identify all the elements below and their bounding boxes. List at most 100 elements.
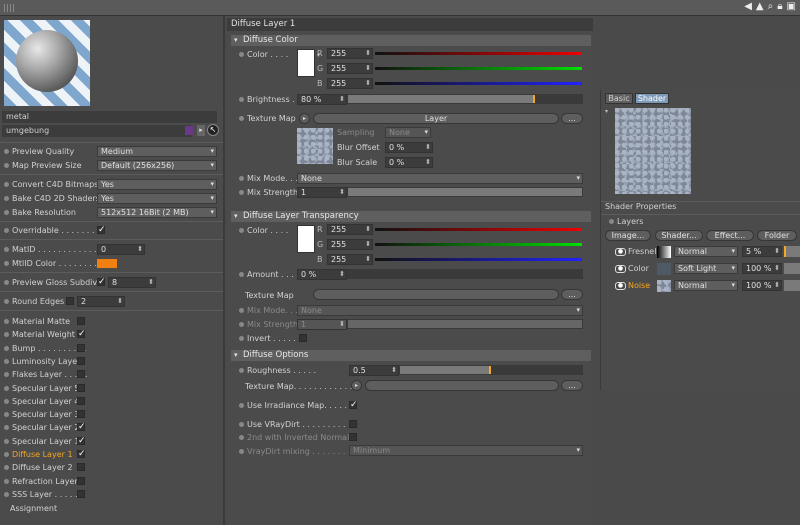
blend-mode-select[interactable]: Normal — [674, 280, 738, 291]
anim-dot-icon[interactable] — [4, 149, 9, 154]
more-button[interactable]: ... — [561, 113, 583, 124]
roughness-input[interactable]: 0.5 — [349, 365, 399, 376]
trans-more-button[interactable]: ... — [561, 289, 583, 300]
layer-checkbox[interactable] — [77, 410, 85, 419]
anim-dot-icon[interactable] — [4, 228, 9, 233]
opacity-input[interactable]: 100 % — [742, 280, 782, 291]
new-window-icon[interactable]: ▣ — [787, 1, 796, 12]
g-slider[interactable] — [375, 67, 582, 70]
grip-icon[interactable] — [4, 4, 16, 12]
mtl-id-color-swatch[interactable] — [97, 259, 117, 268]
up-arrow-icon[interactable]: ▲ — [756, 1, 764, 12]
trans-mix-strength-slider[interactable] — [347, 319, 583, 329]
layer-checkbox[interactable]: ✓ — [77, 450, 86, 459]
layer-checkbox[interactable] — [77, 476, 85, 485]
assignment-tab[interactable]: Assignment — [10, 504, 57, 513]
vraydirt-mixing-select[interactable]: Minimum — [349, 445, 583, 456]
mat-id-input[interactable]: 0 — [97, 244, 145, 255]
blur-offset-input[interactable]: 0 % — [385, 142, 433, 153]
trans-color-swatch[interactable] — [297, 225, 315, 253]
eye-icon[interactable]: ● — [615, 248, 626, 256]
anim-dot-icon[interactable] — [4, 372, 9, 378]
anim-dot-icon[interactable] — [239, 322, 244, 327]
anim-dot-icon[interactable] — [239, 190, 244, 195]
opacity-slider[interactable] — [784, 280, 800, 291]
layer-checkbox[interactable]: ✓ — [77, 423, 86, 432]
anim-dot-icon[interactable] — [239, 176, 244, 181]
anim-dot-icon[interactable] — [239, 116, 244, 121]
anim-dot-icon[interactable] — [4, 345, 9, 351]
anim-dot-icon[interactable] — [609, 219, 614, 224]
opt-texture-arrow-button[interactable]: ▸ — [351, 380, 362, 391]
mix-mode-select[interactable]: None — [297, 173, 583, 184]
eye-icon[interactable]: ● — [615, 282, 626, 290]
anim-dot-icon[interactable] — [4, 398, 9, 404]
shader-add-button[interactable]: Folder — [757, 230, 797, 241]
trans-mix-strength-input[interactable]: 1 — [297, 319, 347, 330]
texture-arrow-button[interactable]: ▸ — [299, 113, 310, 124]
layer-checkbox[interactable] — [77, 343, 85, 352]
anim-dot-icon[interactable] — [4, 247, 9, 252]
tab-shader[interactable]: Shader — [635, 93, 669, 104]
shader-layer-thumb[interactable] — [657, 246, 671, 258]
group-arrow-icon[interactable]: ▸ — [197, 125, 205, 136]
b-slider[interactable] — [375, 82, 582, 85]
trans-b-input[interactable]: 255 — [327, 254, 373, 265]
tab-basic[interactable]: Basic — [605, 93, 633, 104]
blur-scale-input[interactable]: 0 % — [385, 157, 433, 168]
trans-texture-button[interactable] — [313, 289, 559, 300]
search-icon[interactable]: ⌕ — [768, 1, 774, 12]
trans-r-slider[interactable] — [375, 228, 582, 231]
group-color-swatch[interactable] — [185, 126, 193, 135]
anim-dot-icon[interactable] — [4, 210, 9, 215]
anim-dot-icon[interactable] — [4, 491, 9, 497]
anim-dot-icon[interactable] — [239, 403, 244, 408]
transparency-section[interactable]: Diffuse Layer Transparency — [231, 211, 591, 222]
layer-checkbox[interactable] — [77, 396, 85, 405]
trans-g-input[interactable]: 255 — [327, 239, 373, 250]
opt-more-button[interactable]: ... — [561, 380, 583, 391]
color-swatch[interactable] — [297, 49, 315, 77]
bake-shaders-select[interactable]: Yes — [97, 193, 217, 204]
shader-add-button[interactable]: Effect... — [706, 230, 754, 241]
preview-quality-select[interactable]: Medium — [97, 146, 217, 157]
diffuse-options-section[interactable]: Diffuse Options — [231, 350, 591, 361]
anim-dot-icon[interactable] — [4, 452, 9, 457]
material-preview[interactable] — [4, 20, 90, 106]
anim-dot-icon[interactable] — [239, 272, 244, 277]
brightness-input[interactable]: 80 % — [297, 94, 347, 105]
layer-checkbox[interactable] — [77, 489, 85, 498]
trans-b-slider[interactable] — [375, 258, 582, 261]
anim-dot-icon[interactable] — [4, 163, 9, 168]
anim-dot-icon[interactable] — [4, 438, 9, 444]
layer-checkbox[interactable] — [77, 317, 85, 325]
amount-slider[interactable] — [347, 269, 583, 279]
layer-checkbox[interactable]: ✓ — [77, 436, 86, 445]
invert-checkbox[interactable] — [299, 334, 307, 342]
anim-dot-icon[interactable] — [4, 196, 9, 201]
anim-dot-icon[interactable] — [4, 385, 9, 391]
material-name[interactable]: metal — [2, 111, 217, 123]
anim-dot-icon[interactable] — [239, 449, 244, 454]
anim-dot-icon[interactable] — [4, 478, 9, 484]
blend-mode-select[interactable]: Normal — [674, 246, 738, 257]
anim-dot-icon[interactable] — [239, 97, 244, 102]
preview-collapse-icon[interactable]: ▾ — [605, 108, 608, 115]
opacity-slider[interactable] — [784, 263, 800, 274]
opacity-input[interactable]: 5 % — [742, 246, 782, 257]
shader-add-button[interactable]: Shader... — [655, 230, 703, 241]
anim-dot-icon[interactable] — [239, 308, 244, 313]
anim-dot-icon[interactable] — [239, 422, 244, 427]
group-name[interactable]: umgebung — [2, 125, 192, 137]
mix-strength-slider[interactable] — [347, 187, 583, 197]
bake-resolution-select[interactable]: 512x512 16Bit (2 MB) — [97, 207, 217, 218]
brightness-slider[interactable] — [347, 94, 583, 104]
inverted-normals-checkbox[interactable] — [349, 433, 357, 441]
trans-mix-mode-select[interactable]: None — [297, 305, 583, 316]
layer-checkbox[interactable] — [77, 356, 85, 365]
b-input[interactable]: 255 — [327, 78, 373, 89]
anim-dot-icon[interactable] — [239, 52, 244, 57]
anim-dot-icon[interactable] — [4, 319, 9, 324]
r-slider[interactable] — [375, 52, 582, 55]
back-arrow-icon[interactable]: ◀ — [744, 1, 752, 12]
